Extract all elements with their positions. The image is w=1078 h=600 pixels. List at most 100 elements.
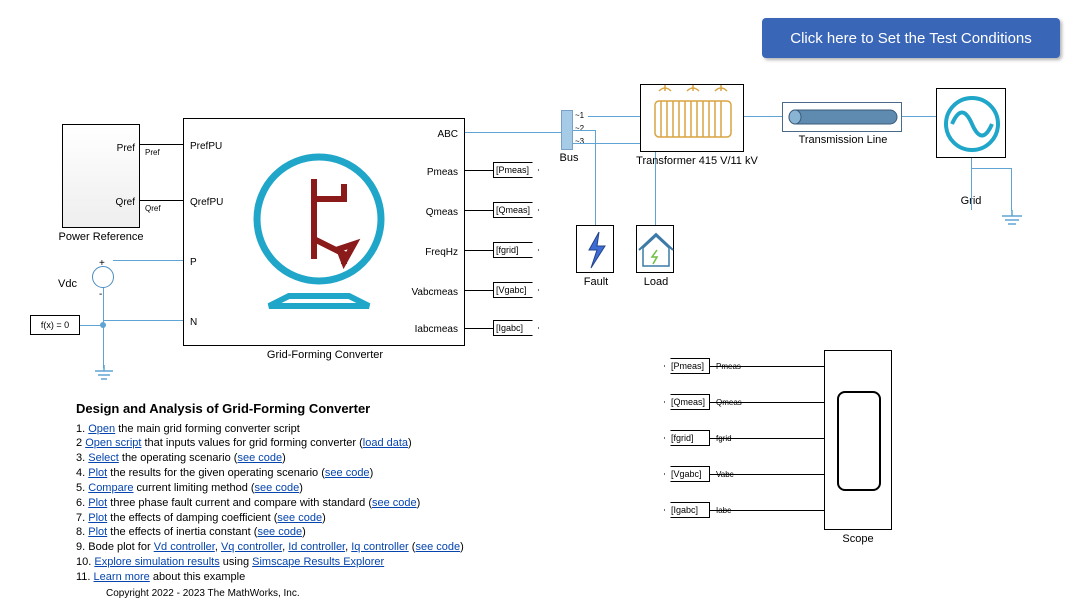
link-see-code-4[interactable]: see code <box>325 467 370 479</box>
goto-qmeas[interactable]: [Qmeas] <box>493 202 539 218</box>
link-iq[interactable]: Iq controller <box>351 541 408 553</box>
fault-label: Fault <box>578 276 614 288</box>
port-pmeas: Pmeas <box>427 167 458 178</box>
link-see-code-6[interactable]: see code <box>372 497 417 509</box>
wire-blue <box>573 130 595 131</box>
wire-blue <box>595 130 596 225</box>
copyright: Copyright 2022 - 2023 The MathWorks, Inc… <box>106 587 596 600</box>
bus-port-1: ~1 <box>575 111 584 120</box>
wire-blue <box>113 260 183 261</box>
instruction-line-2: 2 Open script that inputs values for gri… <box>76 436 596 451</box>
power-reference-block[interactable]: Pref Qref <box>62 124 140 228</box>
pref-wire-label: Pref <box>145 148 160 157</box>
wire <box>465 328 493 329</box>
wire <box>140 144 183 145</box>
bus-block[interactable] <box>561 110 573 150</box>
banner-text: Click here to Set the Test Conditions <box>790 30 1032 47</box>
from-igabc[interactable]: [Igabc] <box>664 502 710 518</box>
link-load-data[interactable]: load data <box>363 437 408 449</box>
wire <box>710 474 824 475</box>
goto-fgrid[interactable]: [fgrid] <box>493 242 539 258</box>
link-compare[interactable]: Compare <box>88 482 133 494</box>
instructions-panel: Design and Analysis of Grid-Forming Conv… <box>76 400 596 600</box>
goto-vgabc[interactable]: [Vgabc] <box>493 282 539 298</box>
transformer-icon <box>641 85 745 153</box>
transmission-line-block[interactable] <box>782 102 902 132</box>
set-test-conditions-banner[interactable]: Click here to Set the Test Conditions <box>762 18 1060 58</box>
wire-blue <box>902 116 936 117</box>
instruction-line-7: 7. Plot the effects of damping coefficie… <box>76 511 596 526</box>
link-see-code-8[interactable]: see code <box>257 526 302 538</box>
fault-block[interactable] <box>576 225 614 273</box>
from-qmeas[interactable]: [Qmeas] <box>664 394 710 410</box>
grid-forming-converter-block[interactable]: PrefPU QrefPU P N ABC Pmeas Qmeas FreqHz… <box>183 118 465 346</box>
wire <box>465 290 493 291</box>
instructions-title: Design and Analysis of Grid-Forming Conv… <box>76 400 596 418</box>
link-open-script[interactable]: Open script <box>85 437 141 449</box>
transformer-block[interactable] <box>640 84 744 152</box>
link-select[interactable]: Select <box>88 452 119 464</box>
load-block[interactable] <box>636 225 674 273</box>
wire <box>710 510 824 511</box>
scope-label: Scope <box>838 533 878 545</box>
from-fgrid[interactable]: [fgrid] <box>664 430 710 446</box>
port-qref: Qref <box>116 197 135 208</box>
port-qrefpu: QrefPU <box>190 197 223 208</box>
wire <box>465 250 493 251</box>
sine-icon <box>937 89 1007 159</box>
scope-block[interactable] <box>824 350 892 530</box>
link-explore[interactable]: Explore simulation results <box>94 556 219 568</box>
bus-port-3: ~3 <box>575 137 584 146</box>
instruction-line-9: 9. Bode plot for Vd controller, Vq contr… <box>76 540 596 555</box>
link-see-code-7[interactable]: see code <box>277 512 322 524</box>
goto-igabc[interactable]: [Igabc] <box>493 320 539 336</box>
converter-icon <box>244 144 394 314</box>
fx-solver-block[interactable]: f(x) = 0 <box>30 315 80 335</box>
instruction-line-11: 11. Learn more about this example <box>76 570 596 585</box>
port-prefpu: PrefPU <box>190 141 222 152</box>
link-vq[interactable]: Vq controller <box>221 541 282 553</box>
link-learn-more[interactable]: Learn more <box>94 571 150 583</box>
house-icon <box>637 226 675 274</box>
port-freqhz: FreqHz <box>425 247 458 258</box>
bus-label: Bus <box>558 152 580 164</box>
from-pmeas[interactable]: [Pmeas] <box>664 358 710 374</box>
scope-screen <box>837 391 881 491</box>
tline-label: Transmission Line <box>790 134 896 146</box>
link-see-code-5[interactable]: see code <box>255 482 300 494</box>
port-iabcmeas: Iabcmeas <box>415 324 458 335</box>
lightning-icon <box>577 226 615 274</box>
wire-blue <box>1011 168 1012 211</box>
link-simscape-explorer[interactable]: Simscape Results Explorer <box>252 556 384 568</box>
from-vgabc[interactable]: [Vgabc] <box>664 466 710 482</box>
wire <box>710 402 824 403</box>
wire <box>140 200 183 201</box>
link-plot-6[interactable]: Plot <box>88 497 107 509</box>
grid-block[interactable] <box>936 88 1006 158</box>
link-vd[interactable]: Vd controller <box>154 541 215 553</box>
instruction-line-8: 8. Plot the effects of inertia constant … <box>76 525 596 540</box>
vdc-source-block[interactable] <box>92 266 114 288</box>
port-pref: Pref <box>117 143 135 154</box>
wire-blue <box>465 132 561 133</box>
instruction-line-6: 6. Plot three phase fault current and co… <box>76 496 596 511</box>
bus-port-2: ~2 <box>575 124 584 133</box>
link-plot-4[interactable]: Plot <box>88 467 107 479</box>
converter-label: Grid-Forming Converter <box>240 349 410 361</box>
goto-pmeas[interactable]: [Pmeas] <box>493 162 539 178</box>
link-see-code-3[interactable]: see code <box>237 452 282 464</box>
port-p: P <box>190 257 197 268</box>
link-plot-7[interactable]: Plot <box>88 512 107 524</box>
link-id[interactable]: Id controller <box>288 541 345 553</box>
instruction-line-1: 1. Open the main grid forming converter … <box>76 422 596 437</box>
port-n: N <box>190 317 197 328</box>
link-see-code-9[interactable]: see code <box>415 541 460 553</box>
wire-blue <box>103 320 183 321</box>
port-abc: ABC <box>437 129 458 140</box>
link-plot-8[interactable]: Plot <box>88 526 107 538</box>
wire <box>465 170 493 171</box>
ground-icon <box>998 210 1026 228</box>
link-open[interactable]: Open <box>88 423 115 435</box>
cable-icon <box>783 102 901 132</box>
wire <box>465 210 493 211</box>
